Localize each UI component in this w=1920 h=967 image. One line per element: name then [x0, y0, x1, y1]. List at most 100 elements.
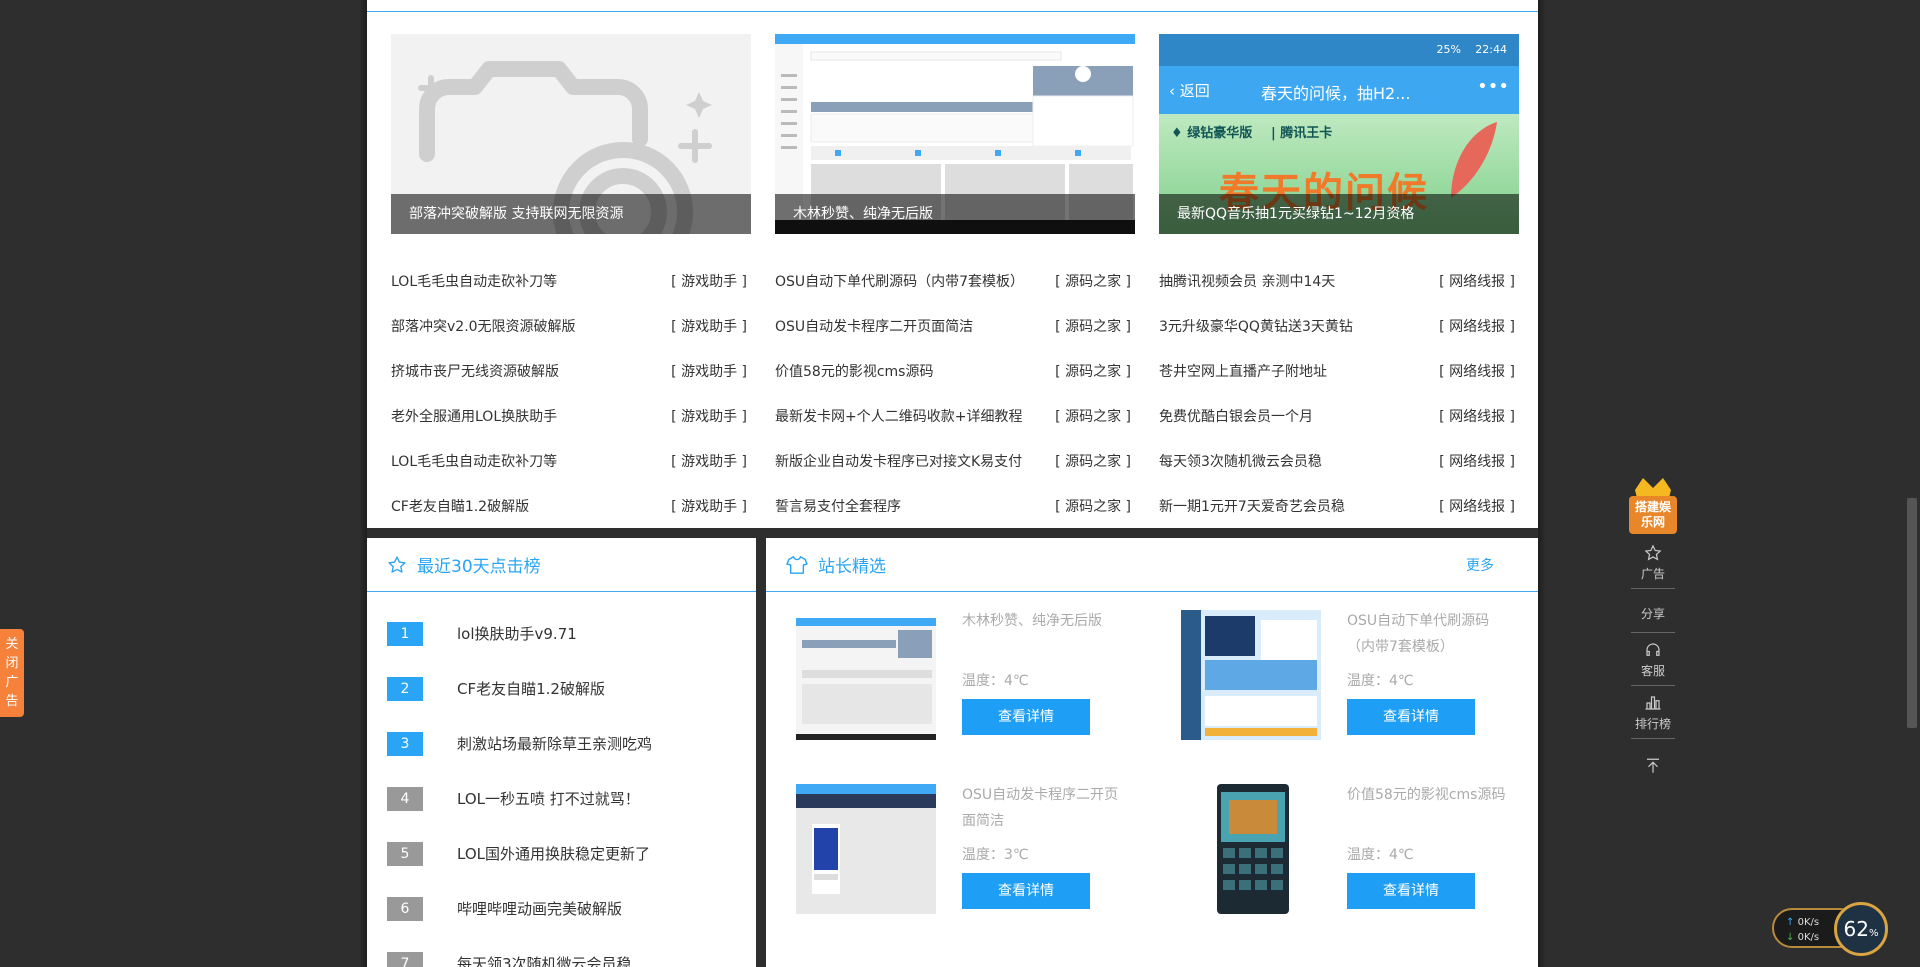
badge-label: 搭建娱乐网	[1634, 500, 1671, 529]
list-item[interactable]: 新版企业自动发卡程序已对接文K易支付[ 源码之家 ]	[775, 438, 1135, 483]
ranking-item[interactable]: 5 LOL国外通用换肤稳定更新了	[367, 826, 756, 881]
list-item[interactable]: CF老友自瞄1.2破解版[ 游戏助手 ]	[391, 483, 751, 528]
pick-card: 木林秒赞、纯净无后版 温度：4℃ 查看详情	[766, 600, 1126, 740]
featured-card-2[interactable]: 木林秒赞、纯净无后版	[775, 34, 1135, 234]
rank-label[interactable]: LOL国外通用换肤稳定更新了	[457, 843, 650, 864]
list-item[interactable]: 每天领3次随机微云会员稳[ 网络线报 ]	[1159, 438, 1519, 483]
pick-title[interactable]: 木林秒赞、纯净无后版	[962, 608, 1122, 634]
section-divider	[367, 11, 1538, 12]
rank-number: 3	[387, 731, 423, 756]
sidebar-item-share[interactable]: 分享	[1631, 589, 1675, 633]
page-content: 部落冲突破解版 支持联网无限资源 LOL毛毛虫自动走砍补刀等[ 游戏助手 ] 部…	[367, 0, 1538, 967]
list-item[interactable]: 誓言易支付全套程序[ 源码之家 ]	[775, 483, 1135, 528]
list-item[interactable]: OSU自动发卡程序二开页面简洁[ 源码之家 ]	[775, 303, 1135, 348]
ranking-item[interactable]: 4 LOL一秒五喷 打不过就骂！	[367, 771, 756, 826]
scrollbar-thumb[interactable]	[1907, 498, 1917, 728]
list-item[interactable]: 部落冲突v2.0无限资源破解版[ 游戏助手 ]	[391, 303, 751, 348]
rank-number: 1	[387, 621, 423, 646]
promo-tag-1: ♦ 绿钻豪华版	[1171, 126, 1253, 141]
list-item[interactable]: 抽腾讯视频会员 亲测中14天[ 网络线报 ]	[1159, 258, 1519, 303]
ranking-item[interactable]: 1 lol换肤助手v9.71	[367, 606, 756, 661]
rank-number: 2	[387, 676, 423, 701]
arrow-up-icon	[1647, 758, 1659, 773]
featured-caption[interactable]: 部落冲突破解版 支持联网无限资源	[391, 194, 751, 234]
featured-card-1[interactable]: 部落冲突破解版 支持联网无限资源	[391, 34, 751, 234]
rank-label[interactable]: 哔哩哔哩动画完美破解版	[457, 898, 622, 919]
view-details-button[interactable]: 查看详情	[1347, 699, 1475, 735]
list-games: LOL毛毛虫自动走砍补刀等[ 游戏助手 ] 部落冲突v2.0无限资源破解版[ 游…	[391, 258, 751, 528]
list-item[interactable]: 苍井空网上直播产子附地址[ 网络线报 ]	[1159, 348, 1519, 393]
rank-label[interactable]: CF老友自瞄1.2破解版	[457, 678, 605, 699]
featured-caption[interactable]: 木林秒赞、纯净无后版	[775, 194, 1135, 234]
ranking-item[interactable]: 3 刺激站场最新除草王亲测吃鸡	[367, 716, 756, 771]
download-speed: ↓ 0K/s	[1786, 932, 1820, 943]
rank-number: 4	[387, 786, 423, 811]
column-games: 部落冲突破解版 支持联网无限资源 LOL毛毛虫自动走砍补刀等[ 游戏助手 ] 部…	[391, 34, 751, 528]
list-item[interactable]: LOL毛毛虫自动走砍补刀等[ 游戏助手 ]	[391, 438, 751, 483]
list-item[interactable]: 最新发卡网+个人二维码收款+详细教程[ 源码之家 ]	[775, 393, 1135, 438]
sidebar-item-rankings[interactable]: 排行榜	[1631, 686, 1675, 739]
picks-header: 站长精选 更多	[766, 538, 1538, 592]
leaf-decoration-icon	[1451, 122, 1497, 198]
scrollbar[interactable]	[1904, 0, 1920, 967]
picks-panel: 站长精选 更多 木林秒赞、纯净无后版 温度：4℃ 查看详情 OSU自动下单代刷源…	[766, 538, 1538, 967]
pick-image[interactable]	[796, 784, 936, 914]
network-speed-widget[interactable]: ↑ 0K/s ↓ 0K/s 62%	[1772, 902, 1892, 956]
list-item[interactable]: 3元升级豪华QQ黄钻送3天黄钻[ 网络线报 ]	[1159, 303, 1519, 348]
list-item[interactable]: 新一期1元开7天爱奇艺会员稳[ 网络线报 ]	[1159, 483, 1519, 528]
featured-card-3[interactable]: 22:44 25% ‹ 返回 春天的问候，抽H2... ••• ♦ 绿钻豪华版 …	[1159, 34, 1519, 234]
list-item[interactable]: OSU自动下单代刷源码（内带7套模板）[ 源码之家 ]	[775, 258, 1135, 303]
rank-label[interactable]: 刺激站场最新除草王亲测吃鸡	[457, 733, 652, 754]
top-section: 部落冲突破解版 支持联网无限资源 LOL毛毛虫自动走砍补刀等[ 游戏助手 ] 部…	[367, 0, 1538, 528]
column-news: 22:44 25% ‹ 返回 春天的问候，抽H2... ••• ♦ 绿钻豪华版 …	[1159, 34, 1519, 528]
phone-status-bar: 22:44 25%	[1159, 34, 1519, 66]
pick-card: OSU自动发卡程序二开页面简洁 温度：3℃ 查看详情	[766, 774, 1126, 914]
pick-card: 价值58元的影视cms源码 温度：4℃ 查看详情	[1151, 774, 1511, 914]
back-to-top-button[interactable]	[1631, 739, 1675, 796]
more-link[interactable]: 更多	[1466, 555, 1494, 575]
pick-temperature: 温度：4℃	[1347, 673, 1414, 689]
close-ad-label: 关闭广告	[5, 637, 19, 709]
ranking-item[interactable]: 7 每天领3次随机微云会员稳	[367, 936, 756, 967]
pick-image[interactable]	[796, 610, 936, 740]
view-details-button[interactable]: 查看详情	[962, 873, 1090, 909]
headset-icon	[1646, 643, 1660, 656]
ranking-panel: 最近30天点击榜 1 lol换肤助手v9.71 2 CF老友自瞄1.2破解版 3 刺激…	[367, 538, 756, 967]
memory-usage-gauge[interactable]: 62%	[1834, 902, 1888, 956]
phone-nav-bar: ‹ 返回 春天的问候，抽H2... •••	[1159, 66, 1519, 114]
rank-label[interactable]: 每天领3次随机微云会员稳	[457, 953, 632, 967]
pick-title[interactable]: 价值58元的影视cms源码	[1347, 782, 1507, 808]
pick-temperature: 温度：4℃	[962, 673, 1029, 689]
sidebar-item-ad[interactable]: 广告	[1631, 536, 1675, 589]
ranking-item[interactable]: 2 CF老友自瞄1.2破解版	[367, 661, 756, 716]
list-item[interactable]: 免费优酷白银会员一个月[ 网络线报 ]	[1159, 393, 1519, 438]
list-item[interactable]: 挤城市丧尸无线资源破解版[ 游戏助手 ]	[391, 348, 751, 393]
pick-title[interactable]: OSU自动发卡程序二开页面简洁	[962, 782, 1122, 834]
list-item[interactable]: LOL毛毛虫自动走砍补刀等[ 游戏助手 ]	[391, 258, 751, 303]
sidebar-item-support[interactable]: 客服	[1631, 633, 1675, 686]
page-shadow-right	[1538, 0, 1546, 967]
more-dots-icon: •••	[1477, 76, 1509, 97]
rank-label[interactable]: LOL一秒五喷 打不过就骂！	[457, 788, 640, 809]
ranking-list: 1 lol换肤助手v9.71 2 CF老友自瞄1.2破解版 3 刺激站场最新除草王亲测…	[367, 592, 756, 967]
rank-number: 5	[387, 841, 423, 866]
rank-number: 6	[387, 896, 423, 921]
list-item[interactable]: 价值58元的影视cms源码[ 源码之家 ]	[775, 348, 1135, 393]
pick-image[interactable]	[1181, 610, 1321, 740]
bar-chart-icon	[1645, 696, 1661, 710]
pick-temperature: 温度：3℃	[962, 847, 1029, 863]
list-item[interactable]: 老外全服通用LOL换肤助手[ 游戏助手 ]	[391, 393, 751, 438]
pick-card: OSU自动下单代刷源码（内带7套模板） 温度：4℃ 查看详情	[1151, 600, 1511, 740]
rank-label[interactable]: lol换肤助手v9.71	[457, 623, 577, 644]
floating-sidebar: 搭建娱乐网 广告 分享 客服 排行榜	[1627, 472, 1679, 796]
featured-caption[interactable]: 最新QQ音乐抽1元买绿钻1~12月资格	[1159, 194, 1519, 234]
site-badge[interactable]: 搭建娱乐网	[1627, 472, 1679, 536]
back-label: ‹ 返回	[1169, 82, 1210, 100]
pick-image[interactable]	[1181, 784, 1321, 914]
view-details-button[interactable]: 查看详情	[1347, 873, 1475, 909]
ranking-header: 最近30天点击榜	[367, 538, 756, 592]
close-ad-button[interactable]: 关闭广告	[0, 629, 24, 717]
ranking-item[interactable]: 6 哔哩哔哩动画完美破解版	[367, 881, 756, 936]
pick-title[interactable]: OSU自动下单代刷源码（内带7套模板）	[1347, 608, 1507, 660]
view-details-button[interactable]: 查看详情	[962, 699, 1090, 735]
